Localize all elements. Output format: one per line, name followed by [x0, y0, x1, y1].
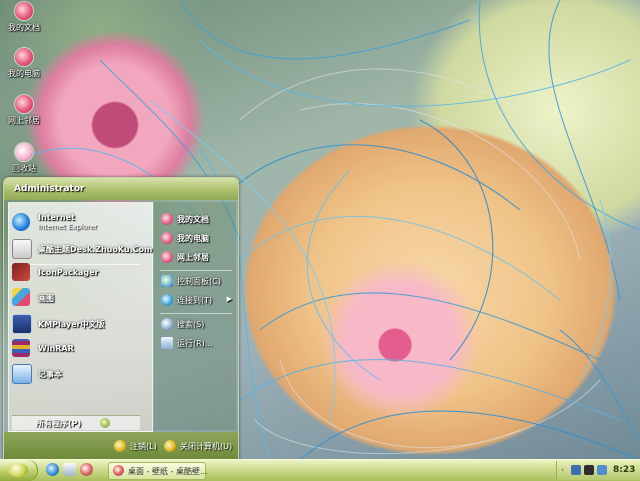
internet-explorer-icon	[12, 213, 30, 231]
desktop-icon-recycle-bin[interactable]: 回收站	[2, 143, 46, 174]
tray-volume-icon[interactable]	[597, 465, 607, 475]
search-icon	[161, 318, 173, 330]
start-menu-footer: 注销(L) 关闭计算机(U)	[4, 432, 238, 460]
places-my-documents[interactable]: 我的文档	[158, 211, 236, 227]
search-item[interactable]: 搜索(S)	[158, 316, 236, 332]
control-panel-item[interactable]: 控制面板(C)	[158, 273, 236, 289]
taskbar-window-button[interactable]: 桌面 - 壁纸 - 桌酷壁...	[108, 462, 208, 480]
start-button[interactable]	[0, 460, 38, 481]
zhuoku-theme-icon	[12, 239, 32, 259]
program-kmplayer[interactable]: KMPlayer中文版	[10, 311, 144, 337]
quicklaunch-show-desktop-icon[interactable]	[63, 463, 76, 476]
run-item[interactable]: 运行(R)...	[158, 335, 236, 351]
kmplayer-icon	[12, 314, 32, 334]
my-documents-icon	[15, 2, 33, 20]
program-winrar[interactable]: WinRAR	[10, 336, 144, 362]
run-icon	[161, 337, 173, 349]
quicklaunch-ie-icon[interactable]	[46, 463, 59, 476]
start-menu: Administrator Internet Internet Explorer…	[3, 177, 239, 461]
power-icon	[164, 440, 176, 452]
all-programs-arrow-icon	[100, 418, 110, 428]
winrar-icon	[12, 339, 30, 357]
program-internet-explorer[interactable]: Internet Internet Explorer	[10, 210, 144, 236]
notepad-icon	[12, 364, 32, 384]
logoff-icon	[114, 440, 126, 452]
paint-icon	[12, 288, 30, 306]
logoff-button[interactable]: 注销(L)	[114, 439, 158, 453]
program-paint[interactable]: 画图	[10, 285, 144, 311]
network-places-icon	[15, 95, 33, 113]
desktop-icon-network-places[interactable]: 网上邻居	[2, 95, 46, 126]
settings-separator	[160, 313, 232, 314]
places-my-computer[interactable]: 我的电脑	[158, 230, 236, 246]
program-notepad[interactable]: 记事本	[10, 361, 144, 387]
connect-to-icon	[161, 294, 173, 306]
submenu-arrow-icon: ▶	[226, 295, 232, 303]
quicklaunch-media-icon[interactable]	[80, 463, 93, 476]
places-network[interactable]: 网上邻居	[158, 249, 236, 265]
recycle-bin-icon	[15, 143, 33, 161]
tray-app-icon[interactable]	[584, 465, 594, 475]
shutdown-button[interactable]: 关闭计算机(U)	[164, 439, 236, 453]
my-documents-icon	[161, 213, 173, 225]
taskbar: 桌面 - 壁纸 - 桌酷壁... ‹ 8:23	[0, 459, 640, 481]
program-iconpackager[interactable]: IconPackager	[10, 260, 144, 286]
system-tray: ‹ 8:23	[556, 461, 640, 480]
start-menu-user-name: Administrator	[4, 178, 238, 200]
connect-to-item[interactable]: 连接到(T) ▶	[158, 292, 236, 308]
tray-expand-icon[interactable]: ‹	[561, 465, 564, 474]
all-programs-button[interactable]: 所有程序(P)	[12, 415, 140, 430]
iconpackager-icon	[12, 263, 30, 281]
my-computer-icon	[161, 232, 173, 244]
browser-icon	[113, 465, 124, 476]
desktop-icon-my-computer[interactable]: 我的电脑	[2, 48, 46, 79]
tray-network-icon[interactable]	[571, 465, 581, 475]
places-separator	[160, 270, 232, 271]
desktop-icon-my-documents[interactable]: 我的文档	[2, 2, 46, 33]
tray-clock[interactable]: 8:23	[613, 465, 635, 475]
my-computer-icon	[15, 48, 33, 66]
control-panel-icon	[161, 275, 173, 287]
program-zhuoku-theme[interactable]: 桌酷主题Desk.ZhuoKu.Com	[10, 236, 152, 262]
start-orb-icon	[8, 463, 28, 477]
network-places-icon	[161, 251, 173, 263]
